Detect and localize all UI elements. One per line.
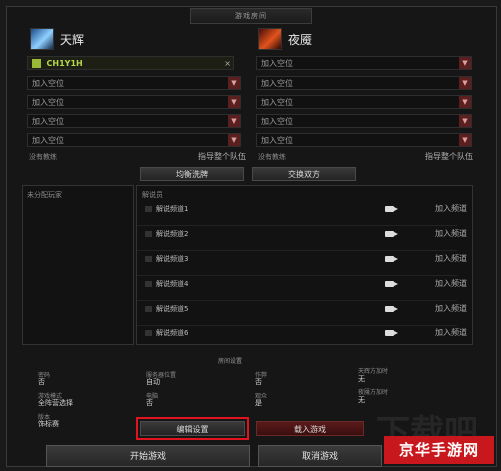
shuffle-button[interactable]: 均衡洗牌 <box>140 167 244 181</box>
channel-icon <box>145 330 152 336</box>
channel-icon <box>145 306 152 312</box>
radiant-slot-5[interactable]: 加入空位 ▼ <box>27 133 241 147</box>
version-value: 饰标赛 <box>38 420 59 428</box>
spectators-value: 是 <box>255 399 262 407</box>
chevron-down-icon[interactable]: ▼ <box>459 96 471 108</box>
settings-title: 房间设置 <box>218 358 243 365</box>
channel-name: 解说频道6 <box>156 329 189 337</box>
channel-icon <box>145 206 152 212</box>
camera-icon <box>385 306 398 312</box>
channel-icon <box>145 256 152 262</box>
join-channel-button[interactable]: 加入频道 <box>435 327 467 338</box>
slot-label: 加入空位 <box>261 98 293 107</box>
camera-icon <box>385 206 398 212</box>
broadcast-channel-4: 解说频道4 加入频道 <box>137 278 472 301</box>
chevron-down-icon[interactable]: ▼ <box>459 134 471 146</box>
broadcast-channel-5: 解说频道5 加入频道 <box>137 303 472 326</box>
dire-header: 夜魇 <box>258 28 312 50</box>
slot-label: 加入空位 <box>261 117 293 126</box>
chevron-down-icon[interactable]: ▼ <box>228 96 240 108</box>
slot-label: 加入空位 <box>261 59 293 68</box>
broadcast-channel-3: 解说频道3 加入频道 <box>137 253 472 276</box>
channel-icon <box>145 281 152 287</box>
remove-player-icon[interactable]: × <box>224 57 231 71</box>
mode-value: 全阵营选择 <box>38 399 73 407</box>
broadcast-title: 解说员 <box>142 191 163 199</box>
chevron-down-icon[interactable]: ▼ <box>459 77 471 89</box>
channel-name: 解说频道5 <box>156 305 189 313</box>
password-value: 否 <box>38 378 45 386</box>
dire-slot-3[interactable]: 加入空位 ▼ <box>256 95 472 109</box>
chevron-down-icon[interactable]: ▼ <box>228 115 240 127</box>
radiant-header: 天辉 <box>30 28 84 50</box>
cancel-game-button[interactable]: 取消游戏 <box>258 445 382 467</box>
chevron-down-icon[interactable]: ▼ <box>228 77 240 89</box>
dire-name: 夜魇 <box>288 32 313 47</box>
server-value: 自动 <box>146 378 160 386</box>
dire-slot-4[interactable]: 加入空位 ▼ <box>256 114 472 128</box>
player-avatar <box>32 59 41 68</box>
channel-icon <box>145 231 152 237</box>
radiant-logo-icon <box>30 28 54 50</box>
camera-icon <box>385 281 398 287</box>
unassigned-title: 未分配玩家 <box>27 191 62 199</box>
chevron-down-icon[interactable]: ▼ <box>459 57 471 69</box>
slot-label: 加入空位 <box>32 136 64 145</box>
dire-logo-icon <box>258 28 282 50</box>
dire-bonus-value: 无 <box>358 396 365 404</box>
radiant-slot-2[interactable]: 加入空位 ▼ <box>27 76 241 90</box>
radiant-slot-3[interactable]: 加入空位 ▼ <box>27 95 241 109</box>
start-game-button[interactable]: 开始游戏 <box>46 445 250 467</box>
join-channel-button[interactable]: 加入频道 <box>435 203 467 214</box>
channel-name: 解说频道3 <box>156 255 189 263</box>
load-game-button[interactable]: 载入游戏 <box>256 421 364 436</box>
radiant-slot-4[interactable]: 加入空位 ▼ <box>27 114 241 128</box>
divider <box>137 275 457 276</box>
radiant-bonus-value: 无 <box>358 375 365 383</box>
chevron-down-icon[interactable]: ▼ <box>459 115 471 127</box>
unassigned-panel[interactable]: 未分配玩家 <box>22 185 134 345</box>
slot-label: 加入空位 <box>32 98 64 107</box>
player-name: CH1Y1H <box>46 59 83 68</box>
channel-name: 解说频道2 <box>156 230 189 238</box>
camera-icon <box>385 231 398 237</box>
divider <box>137 300 457 301</box>
radiant-no-coach: 没有教练 <box>29 153 57 161</box>
broadcast-channel-2: 解说频道2 加入频道 <box>137 228 472 251</box>
slot-label: 加入空位 <box>261 79 293 88</box>
divider <box>137 250 457 251</box>
join-channel-button[interactable]: 加入频道 <box>435 278 467 289</box>
bots-value: 否 <box>146 399 153 407</box>
broadcast-channel-6: 解说频道6 加入频道 <box>137 327 472 341</box>
broadcast-panel: 解说员 解说频道1 加入频道 解说频道2 加入频道 解说频道3 加入频道 解说频… <box>136 185 473 345</box>
channel-name: 解说频道1 <box>156 205 189 213</box>
dire-no-coach: 没有教练 <box>258 153 286 161</box>
swap-teams-button[interactable]: 交换双方 <box>252 167 356 181</box>
join-channel-button[interactable]: 加入频道 <box>435 303 467 314</box>
lobby-title: 游戏房间 <box>190 8 312 24</box>
brand-banner: 京华手游网 <box>384 436 494 464</box>
chevron-down-icon[interactable]: ▼ <box>228 134 240 146</box>
highlight-box <box>136 417 249 440</box>
camera-icon <box>385 330 398 336</box>
radiant-coach-button[interactable]: 指导整个队伍 <box>198 151 246 162</box>
dire-slot-5[interactable]: 加入空位 ▼ <box>256 133 472 147</box>
slot-label: 加入空位 <box>32 117 64 126</box>
slot-label: 加入空位 <box>261 136 293 145</box>
radiant-name: 天辉 <box>60 32 85 47</box>
dire-slot-2[interactable]: 加入空位 ▼ <box>256 76 472 90</box>
divider <box>137 325 457 326</box>
camera-icon <box>385 256 398 262</box>
channel-name: 解说频道4 <box>156 280 189 288</box>
join-channel-button[interactable]: 加入频道 <box>435 228 467 239</box>
radiant-player-slot[interactable]: CH1Y1H × <box>27 56 234 70</box>
slot-label: 加入空位 <box>32 79 64 88</box>
divider <box>137 225 457 226</box>
broadcast-channel-1: 解说频道1 加入频道 <box>137 203 472 226</box>
join-channel-button[interactable]: 加入频道 <box>435 253 467 264</box>
dire-coach-button[interactable]: 指导整个队伍 <box>425 151 473 162</box>
dire-slot-1[interactable]: 加入空位 ▼ <box>256 56 472 70</box>
cheats-value: 否 <box>255 378 262 386</box>
